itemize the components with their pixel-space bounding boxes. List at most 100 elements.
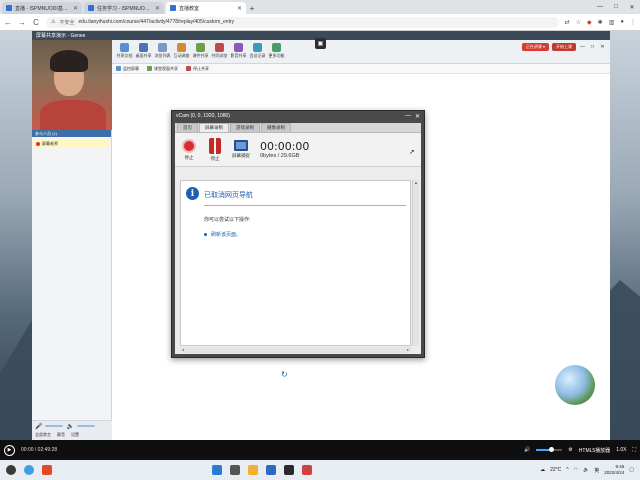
- tool-desktop-share[interactable]: 桌面共享: [135, 43, 152, 59]
- mute-all-button[interactable]: 全部禁言: [35, 432, 51, 438]
- maximize-button[interactable]: □: [589, 44, 596, 51]
- maximize-button[interactable]: □: [608, 0, 624, 14]
- subbar-label: 课堂视窗共享: [154, 65, 178, 71]
- close-button[interactable]: ✕: [624, 0, 640, 14]
- window-share-item[interactable]: 课堂视窗共享: [147, 66, 178, 72]
- search-icon[interactable]: [6, 465, 16, 475]
- browser-tab-1[interactable]: 直播 - ISPMNUODI基防护士认... ✕: [2, 2, 82, 14]
- tab-label: 任务学习 - ISPMNUODI基防...: [97, 5, 152, 12]
- minimize-button[interactable]: —: [579, 44, 586, 51]
- star-icon[interactable]: ☆: [576, 19, 581, 26]
- play-button[interactable]: ▶: [4, 444, 15, 456]
- url-field[interactable]: ⚠ 不安全 edu.tianyihushi.com/course/447/act…: [46, 16, 559, 28]
- mic-icon[interactable]: 🎤: [35, 423, 42, 430]
- close-button[interactable]: ✕: [599, 44, 606, 51]
- volume-icon[interactable]: 🔊: [524, 447, 530, 453]
- explorer-icon[interactable]: [248, 465, 258, 475]
- weather-icon[interactable]: ☁: [540, 467, 545, 473]
- input-language[interactable]: 英: [594, 467, 599, 474]
- tab-close-icon[interactable]: ✕: [155, 5, 160, 12]
- scroll-up-icon[interactable]: ▲: [413, 180, 419, 185]
- tab-close-icon[interactable]: ✕: [73, 5, 78, 12]
- tab-close-icon[interactable]: ✕: [237, 5, 242, 12]
- scroll-right-icon[interactable]: ▸: [407, 347, 409, 353]
- tray-chevron-icon[interactable]: ^: [566, 467, 568, 473]
- new-tab-button[interactable]: +: [246, 2, 258, 14]
- horizontal-scrollbar[interactable]: ◂ ▸: [180, 347, 411, 353]
- browser-tab-2[interactable]: 任务学习 - ISPMNUODI基防... ✕: [84, 2, 164, 14]
- teaching-button[interactable]: 正在讲课 ▾: [521, 43, 549, 51]
- tab-camera-record[interactable]: 摄像录制: [261, 123, 291, 132]
- profile-icon[interactable]: ●: [620, 19, 624, 26]
- screen-capture-button[interactable]: 屏幕捕捉: [232, 140, 250, 159]
- edge-icon[interactable]: [24, 465, 34, 475]
- tool-label: 互动调查: [173, 53, 190, 58]
- volume-knob[interactable]: [548, 447, 554, 452]
- taskview-icon[interactable]: [230, 465, 240, 475]
- tool-courseware[interactable]: 课件共享: [192, 43, 209, 59]
- tool-more[interactable]: 更多功能: [268, 43, 285, 59]
- participant-list: 屏幕老师: [32, 137, 111, 150]
- tool-media-share[interactable]: 影音共享: [230, 43, 247, 59]
- screen-capture-icon[interactable]: ▣: [315, 38, 326, 49]
- volume-slider[interactable]: [536, 447, 563, 452]
- sidebar-icon[interactable]: ▥: [609, 19, 615, 26]
- refresh-link[interactable]: 刷新该页面。: [204, 231, 241, 238]
- start-class-button[interactable]: 开始上课: [552, 43, 576, 51]
- fullscreen-icon[interactable]: ⛶: [632, 447, 636, 453]
- browser-icon[interactable]: [266, 465, 276, 475]
- vcam-dialog: vCam (0, 0, 1920, 1080) — ✕ 首页 屏幕录制 游戏录制…: [171, 110, 425, 358]
- monitor-screen-item[interactable]: 监控屏幕: [116, 66, 139, 72]
- speaker-icon[interactable]: 🔈: [583, 467, 589, 473]
- puzzle-icon[interactable]: ✱: [598, 19, 603, 26]
- windows-start-icon[interactable]: [212, 465, 222, 475]
- participant-item[interactable]: 屏幕老师: [34, 139, 109, 148]
- extension-icon[interactable]: ◆: [587, 19, 592, 26]
- mouse-cursor-icon: ➚: [409, 149, 415, 156]
- tab-game-record[interactable]: 游戏录制: [230, 123, 260, 132]
- notification-icon[interactable]: ▢: [629, 467, 634, 473]
- toolbar-icons: ⇄ ☆ ◆ ✱ ▥ ● ⋮: [565, 19, 636, 26]
- wifi-icon[interactable]: ◠: [574, 467, 578, 473]
- browser-tab-3[interactable]: 直播教室 ✕: [166, 2, 246, 14]
- vcam-minimize-button[interactable]: —: [405, 113, 411, 120]
- reload-button[interactable]: C: [32, 18, 40, 27]
- speaker-icon[interactable]: 🔈: [66, 423, 73, 430]
- scroll-left-icon[interactable]: ◂: [182, 347, 184, 353]
- player-right-controls: 🔊 ⚙ HTML5播放器 1.0X ⛶: [524, 447, 636, 454]
- vcam-window-controls: — ✕: [405, 113, 420, 120]
- mute-button[interactable]: 静音: [57, 432, 65, 438]
- store-icon[interactable]: [284, 465, 294, 475]
- speaker-volume-slider[interactable]: [76, 425, 95, 427]
- stop-share-item[interactable]: 停止共享: [186, 66, 209, 72]
- vcam-close-button[interactable]: ✕: [415, 113, 420, 120]
- settings-button[interactable]: 设置: [71, 432, 79, 438]
- clock[interactable]: 9:46 2022/4/24: [604, 464, 624, 476]
- back-button[interactable]: ←: [4, 18, 12, 27]
- pause-button[interactable]: 停止: [206, 137, 224, 162]
- minimize-button[interactable]: —: [592, 0, 608, 14]
- vcam-titlebar: vCam (0, 0, 1920, 1080) — ✕: [172, 111, 424, 121]
- media-app-icon[interactable]: [302, 465, 312, 475]
- stop-record-button[interactable]: 停止: [180, 138, 198, 161]
- speed-button[interactable]: 1.0X: [616, 447, 626, 453]
- tool-notes[interactable]: 会议记录: [249, 43, 266, 59]
- tab-screen-record[interactable]: 屏幕录制: [199, 123, 229, 132]
- app-icon[interactable]: [42, 465, 52, 475]
- menu-icon[interactable]: ⋮: [630, 19, 636, 26]
- tool-browse-list[interactable]: 浏览列表: [154, 43, 171, 59]
- window-controls: — □ ✕: [592, 0, 640, 14]
- mic-volume-slider[interactable]: [45, 425, 64, 427]
- video-area[interactable]: 屏幕共享演示 - Genee 参与人员 (1) 屏幕老师 🎤 🔈 全部禁言 静音…: [0, 31, 640, 440]
- weather-temp: 22°C: [550, 467, 562, 473]
- tab-label: 直播教室: [179, 5, 200, 12]
- tool-label: 影音共享: [230, 53, 247, 58]
- translate-icon[interactable]: ⇄: [565, 19, 570, 26]
- forward-button[interactable]: →: [18, 18, 26, 27]
- tool-cobrowse[interactable]: 共同浏览: [211, 43, 228, 59]
- tool-survey[interactable]: 互动调查: [173, 43, 190, 59]
- tool-share-doc[interactable]: 共享文档: [116, 43, 133, 59]
- tab-home[interactable]: 首页: [177, 123, 198, 132]
- settings-icon[interactable]: ⚙: [568, 447, 572, 453]
- vertical-scrollbar[interactable]: ▲: [412, 180, 419, 346]
